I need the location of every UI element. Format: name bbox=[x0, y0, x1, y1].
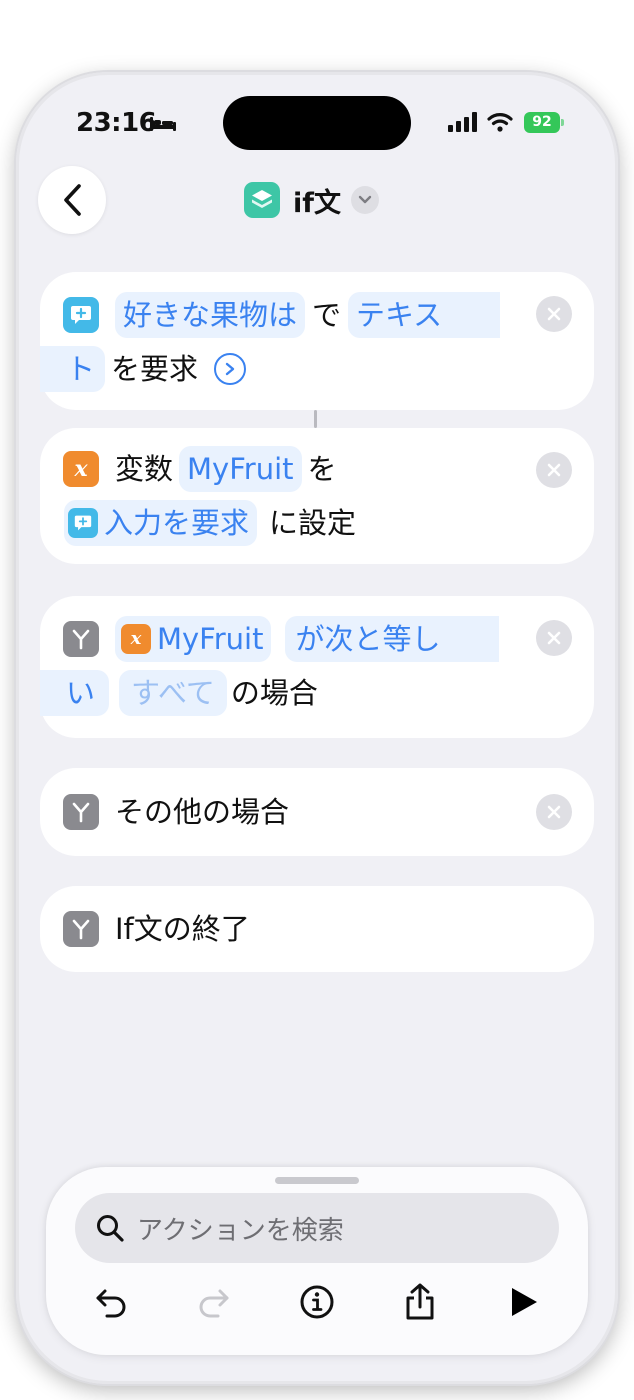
close-icon bbox=[547, 631, 561, 645]
input-variable-label: MyFruit bbox=[157, 622, 264, 656]
condition-parameter[interactable]: が次と等し bbox=[285, 616, 499, 662]
chevron-down-icon[interactable] bbox=[351, 186, 380, 214]
undo-icon bbox=[96, 1289, 126, 1318]
value-parameter[interactable]: すべて bbox=[119, 670, 227, 716]
action-connector bbox=[314, 410, 317, 428]
action-line: x MyFruit が次と等し bbox=[40, 614, 594, 664]
action-set-variable[interactable]: x 変数 MyFruit を 入力を要求 に設定 bbox=[40, 428, 594, 564]
prompt-parameter[interactable]: 好きな果物は bbox=[115, 292, 306, 338]
expand-action-button[interactable] bbox=[214, 353, 247, 385]
action-text: If文の終了 bbox=[115, 912, 250, 946]
speech-bubble-glyph-icon bbox=[74, 515, 92, 531]
redo-button[interactable] bbox=[189, 1277, 239, 1327]
message-plus-icon bbox=[68, 508, 98, 538]
battery-level: 92 bbox=[524, 112, 560, 133]
action-line: その他の場合 bbox=[40, 787, 594, 837]
status-time: 23:16 bbox=[76, 108, 157, 138]
page-title: if文 bbox=[293, 187, 342, 219]
variable-icon: x bbox=[121, 624, 151, 654]
if-branch-icon bbox=[63, 911, 99, 947]
remove-action-button[interactable] bbox=[536, 452, 572, 488]
dynamic-island bbox=[223, 96, 411, 150]
back-button[interactable] bbox=[38, 166, 106, 234]
chevron-down-glyph-icon bbox=[358, 195, 372, 204]
wifi-icon bbox=[487, 113, 513, 132]
action-text: その他の場合 bbox=[115, 795, 290, 829]
phone-frame: 23:16 92 if文 好きな果物は で テキス ト を要求 x 変数 MyF… bbox=[16, 72, 618, 1384]
action-text: で bbox=[312, 298, 342, 332]
action-search-sheet: アクションを検索 bbox=[46, 1167, 588, 1355]
chevron-left-icon bbox=[64, 184, 81, 216]
action-end-if[interactable]: If文の終了 bbox=[40, 886, 594, 972]
cellular-signal-icon bbox=[448, 112, 477, 132]
action-otherwise[interactable]: その他の場合 bbox=[40, 768, 594, 856]
message-plus-icon bbox=[63, 297, 99, 333]
undo-button[interactable] bbox=[86, 1277, 136, 1327]
shortcuts-app-icon bbox=[244, 182, 280, 218]
search-field[interactable]: アクションを検索 bbox=[75, 1193, 559, 1263]
variable-icon: x bbox=[63, 451, 99, 487]
close-icon bbox=[547, 307, 561, 321]
input-type-parameter[interactable]: テキス bbox=[348, 292, 501, 338]
action-text: に設定 bbox=[269, 506, 357, 540]
input-variable-token[interactable]: x MyFruit bbox=[115, 616, 272, 662]
action-text: の場合 bbox=[230, 676, 318, 710]
action-text: を要求 bbox=[111, 352, 199, 386]
close-icon bbox=[547, 463, 561, 477]
action-line: 好きな果物は で テキス bbox=[40, 290, 594, 340]
run-button[interactable] bbox=[498, 1277, 548, 1327]
variable-name-parameter[interactable]: MyFruit bbox=[179, 446, 302, 492]
remove-action-button[interactable] bbox=[536, 620, 572, 656]
action-text: を bbox=[307, 452, 337, 486]
play-icon bbox=[512, 1288, 537, 1316]
sleep-focus-icon bbox=[150, 117, 176, 131]
close-icon bbox=[547, 805, 561, 819]
redo-icon bbox=[199, 1289, 229, 1318]
speech-bubble-glyph-icon bbox=[71, 306, 91, 324]
search-icon bbox=[97, 1215, 124, 1242]
ask-input-variable-label: 入力を要求 bbox=[104, 506, 250, 540]
info-icon bbox=[300, 1285, 334, 1319]
shortcut-title-menu[interactable]: if文 bbox=[244, 180, 380, 220]
action-ask-for-input[interactable]: 好きな果物は で テキス ト を要求 bbox=[40, 272, 594, 410]
action-text: 変数 bbox=[115, 452, 174, 486]
search-placeholder: アクションを検索 bbox=[137, 1215, 344, 1246]
action-line: い すべて の場合 bbox=[40, 668, 594, 718]
action-line: ト を要求 bbox=[40, 344, 594, 394]
share-icon bbox=[406, 1283, 434, 1320]
chevron-right-icon bbox=[225, 362, 235, 376]
action-line: 入力を要求 に設定 bbox=[40, 498, 594, 548]
branch-glyph-icon bbox=[72, 802, 90, 823]
action-if[interactable]: x MyFruit が次と等し い すべて の場合 bbox=[40, 596, 594, 738]
input-type-parameter-cont[interactable]: ト bbox=[40, 346, 106, 392]
share-button[interactable] bbox=[395, 1277, 445, 1327]
if-branch-icon bbox=[63, 794, 99, 830]
branch-glyph-icon bbox=[72, 629, 90, 650]
remove-action-button[interactable] bbox=[536, 794, 572, 830]
action-line: x 変数 MyFruit を bbox=[40, 444, 594, 494]
branch-glyph-icon bbox=[72, 919, 90, 940]
remove-action-button[interactable] bbox=[536, 296, 572, 332]
action-line: If文の終了 bbox=[40, 904, 594, 954]
ask-input-variable-token[interactable]: 入力を要求 bbox=[64, 500, 258, 546]
info-button[interactable] bbox=[292, 1277, 342, 1327]
sheet-grabber[interactable] bbox=[275, 1177, 359, 1184]
if-branch-icon bbox=[63, 621, 99, 657]
battery-tip bbox=[561, 119, 564, 126]
shortcuts-glyph-icon bbox=[252, 190, 272, 208]
condition-parameter-cont[interactable]: い bbox=[40, 670, 110, 716]
battery-indicator: 92 bbox=[524, 112, 564, 133]
